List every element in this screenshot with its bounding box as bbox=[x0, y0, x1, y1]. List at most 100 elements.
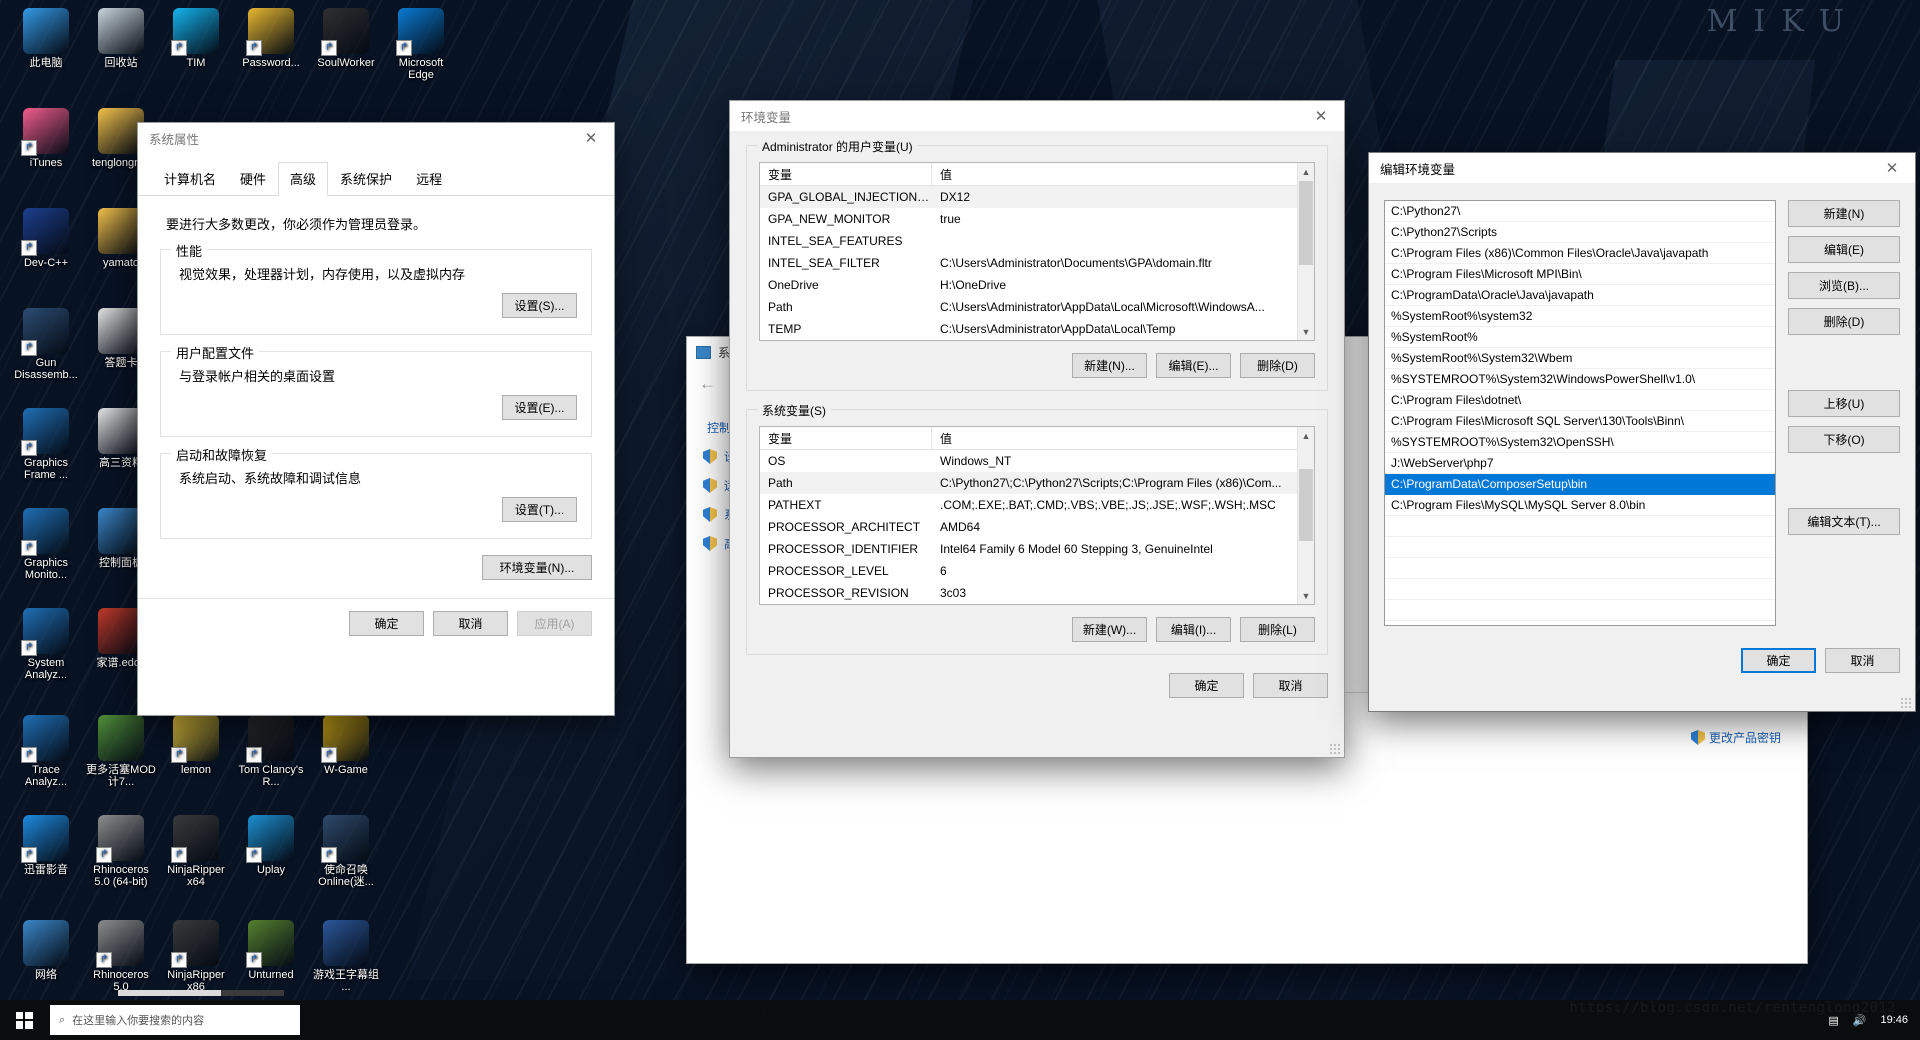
scroll-up-icon[interactable]: ▲ bbox=[1298, 427, 1314, 444]
system-variables-table[interactable]: 变量 值 OS Windows_NT Path C:\Python27\;C:\Pyt… bbox=[759, 426, 1315, 605]
desktop-icon-4[interactable]: SoulWorker bbox=[310, 8, 382, 69]
user-variable-button-2[interactable]: 删除(D) bbox=[1240, 353, 1315, 378]
desktop-icon-24[interactable]: Rhinoceros 5.0 (64-bit) bbox=[85, 815, 157, 888]
system-variable-row[interactable]: PROCESSOR_REVISION 3c03 bbox=[760, 582, 1314, 604]
path-entry-19[interactable] bbox=[1385, 600, 1775, 621]
path-entry-11[interactable]: %SYSTEMROOT%\System32\OpenSSH\ bbox=[1385, 432, 1775, 453]
user-variable-row[interactable]: GPA_GLOBAL_INJECTION_... DX12 bbox=[760, 186, 1314, 208]
change-product-key-link[interactable]: 更改产品密钥 bbox=[1690, 729, 1781, 746]
desktop-icon-20[interactable]: lemon bbox=[160, 715, 232, 776]
desktop-icon-29[interactable]: Rhinoceros 5.0 bbox=[85, 920, 157, 993]
taskbar-clock[interactable]: 19:46 bbox=[1880, 1014, 1908, 1027]
tab-远程[interactable]: 远程 bbox=[404, 162, 454, 196]
scroll-up-icon[interactable]: ▲ bbox=[1298, 163, 1314, 180]
system-variable-row[interactable]: PROCESSOR_IDENTIFIER Intel64 Family 6 Mod… bbox=[760, 538, 1314, 560]
path-entry-7[interactable]: %SystemRoot%\System32\Wbem bbox=[1385, 348, 1775, 369]
cancel-button[interactable]: 取消 bbox=[1825, 648, 1900, 673]
desktop-icon-30[interactable]: NinjaRipper x86 bbox=[160, 920, 232, 993]
ok-button[interactable]: 确定 bbox=[349, 611, 424, 636]
scrollbar-thumb[interactable] bbox=[1299, 469, 1313, 541]
path-move-button-1[interactable]: 下移(O) bbox=[1788, 426, 1900, 453]
desktop-icon-28[interactable]: 网络 bbox=[10, 920, 82, 981]
user-variable-button-1[interactable]: 编辑(E)... bbox=[1156, 353, 1231, 378]
path-entry-14[interactable]: C:\Program Files\MySQL\MySQL Server 8.0\… bbox=[1385, 495, 1775, 516]
scrollbar-thumb[interactable] bbox=[1299, 181, 1313, 265]
user-variables-scrollbar[interactable]: ▲ ▼ bbox=[1297, 163, 1314, 340]
path-entry-4[interactable]: C:\ProgramData\Oracle\Java\javapath bbox=[1385, 285, 1775, 306]
desktop-icon-6[interactable]: iTunes bbox=[10, 108, 82, 169]
environment-variables-dialog[interactable]: 环境变量 ✕ Administrator 的用户变量(U) 变量 值 GPA_G… bbox=[729, 100, 1345, 758]
back-arrow-icon[interactable]: ← bbox=[699, 374, 716, 394]
system-variable-row[interactable]: Path C:\Python27\;C:\Python27\Scripts;C:\… bbox=[760, 472, 1314, 494]
environment-variables-button[interactable]: 环境变量(N)... bbox=[482, 555, 592, 580]
system-variable-row[interactable]: OS Windows_NT bbox=[760, 450, 1314, 472]
system-tray[interactable]: ▤ 🔊 19:46 bbox=[1828, 1014, 1920, 1027]
path-entry-2[interactable]: C:\Program Files (x86)\Common Files\Orac… bbox=[1385, 243, 1775, 264]
user-variable-row[interactable]: Path C:\Users\Administrator\AppData\Local… bbox=[760, 296, 1314, 318]
desktop-icon-12[interactable]: Graphics Frame ... bbox=[10, 408, 82, 481]
user-variable-row[interactable]: OneDrive H:\OneDrive bbox=[760, 274, 1314, 296]
system-variable-button-0[interactable]: 新建(W)... bbox=[1072, 617, 1147, 642]
path-entry-15[interactable] bbox=[1385, 516, 1775, 537]
system-variable-button-2[interactable]: 删除(L) bbox=[1240, 617, 1315, 642]
start-button[interactable] bbox=[0, 1000, 48, 1040]
path-entry-3[interactable]: C:\Program Files\Microsoft MPI\Bin\ bbox=[1385, 264, 1775, 285]
path-button-0[interactable]: 新建(N) bbox=[1788, 200, 1900, 227]
system-variable-button-1[interactable]: 编辑(I)... bbox=[1156, 617, 1231, 642]
system-variable-row[interactable]: PATHEXT .COM;.EXE;.BAT;.CMD;.VBS;.VBE;.JS… bbox=[760, 494, 1314, 516]
tab-系统保护[interactable]: 系统保护 bbox=[328, 162, 404, 196]
path-entry-0[interactable]: C:\Python27\ bbox=[1385, 201, 1775, 222]
path-button-1[interactable]: 编辑(E) bbox=[1788, 236, 1900, 263]
taskbar[interactable]: ⌕ 在这里输入你要搜索的内容 ▤ 🔊 19:46 bbox=[0, 1000, 1920, 1040]
desktop-icon-14[interactable]: Graphics Monito... bbox=[10, 508, 82, 581]
path-entry-list[interactable]: C:\Python27\ C:\Python27\Scripts C:\Progra… bbox=[1384, 200, 1776, 626]
desktop-icon-10[interactable]: Gun Disassemb... bbox=[10, 308, 82, 381]
path-entry-8[interactable]: %SYSTEMROOT%\System32\WindowsPowerShell\… bbox=[1385, 369, 1775, 390]
path-edit-text-button-0[interactable]: 编辑文本(T)... bbox=[1788, 508, 1900, 535]
desktop-icon-5[interactable]: Microsoft Edge bbox=[385, 8, 457, 81]
scroll-down-icon[interactable]: ▼ bbox=[1298, 587, 1314, 604]
path-entry-10[interactable]: C:\Program Files\Microsoft SQL Server\13… bbox=[1385, 411, 1775, 432]
desktop-icon-18[interactable]: Trace Analyz... bbox=[10, 715, 82, 788]
desktop-icon-25[interactable]: NinjaRipper x64 bbox=[160, 815, 232, 888]
path-entry-1[interactable]: C:\Python27\Scripts bbox=[1385, 222, 1775, 243]
desktop-icon-23[interactable]: 迅雷影音 bbox=[10, 815, 82, 876]
ok-button[interactable]: 确定 bbox=[1741, 648, 1816, 673]
path-entry-9[interactable]: C:\Program Files\dotnet\ bbox=[1385, 390, 1775, 411]
ok-button[interactable]: 确定 bbox=[1169, 673, 1244, 698]
desktop-icon-26[interactable]: Uplay bbox=[235, 815, 307, 876]
user-variables-table[interactable]: 变量 值 GPA_GLOBAL_INJECTION_... DX12 GPA_NEW… bbox=[759, 162, 1315, 341]
path-entry-16[interactable] bbox=[1385, 537, 1775, 558]
system-properties-tabstrip[interactable]: 计算机名 硬件 高级 系统保护 远程 bbox=[138, 161, 614, 196]
tab-高级[interactable]: 高级 bbox=[278, 162, 329, 196]
path-entry-12[interactable]: J:\WebServer\php7 bbox=[1385, 453, 1775, 474]
desktop-icon-8[interactable]: Dev-C++ bbox=[10, 208, 82, 269]
settings-button-2[interactable]: 设置(T)... bbox=[502, 497, 577, 522]
close-icon[interactable]: ✕ bbox=[568, 123, 614, 153]
desktop-icon-21[interactable]: Tom Clancy's R... bbox=[235, 715, 307, 788]
scroll-down-icon[interactable]: ▼ bbox=[1298, 323, 1314, 340]
desktop-icon-3[interactable]: Password... bbox=[235, 8, 307, 69]
tab-计算机名[interactable]: 计算机名 bbox=[152, 162, 228, 196]
resize-grip[interactable] bbox=[1900, 697, 1912, 709]
tab-硬件[interactable]: 硬件 bbox=[228, 162, 278, 196]
path-entry-5[interactable]: %SystemRoot%\system32 bbox=[1385, 306, 1775, 327]
desktop-icon-22[interactable]: W-Game bbox=[310, 715, 382, 776]
system-properties-dialog[interactable]: 系统属性 ✕ 计算机名 硬件 高级 系统保护 远程 要进行大多数更改，你必须作为管理员登… bbox=[137, 122, 615, 716]
user-variable-row[interactable]: INTEL_SEA_FILTER C:\Users\Administrator\D… bbox=[760, 252, 1314, 274]
desktop-icon-32[interactable]: 游戏王字幕组 ... bbox=[310, 920, 382, 993]
path-button-3[interactable]: 删除(D) bbox=[1788, 308, 1900, 335]
close-icon[interactable]: ✕ bbox=[1298, 101, 1344, 131]
edit-environment-variable-dialog[interactable]: 编辑环境变量 ✕ C:\Python27\ C:\Python27\Scripts… bbox=[1368, 152, 1916, 712]
network-tray-icon[interactable]: ▤ bbox=[1828, 1014, 1838, 1027]
user-variable-row[interactable]: GPA_NEW_MONITOR true bbox=[760, 208, 1314, 230]
path-entry-18[interactable] bbox=[1385, 579, 1775, 600]
taskbar-search-input[interactable]: ⌕ 在这里输入你要搜索的内容 bbox=[50, 1005, 300, 1035]
system-variable-row[interactable]: PROCESSOR_LEVEL 6 bbox=[760, 560, 1314, 582]
desktop-icon-19[interactable]: 更多活塞MOD计7... bbox=[85, 715, 157, 788]
desktop-icon-27[interactable]: 使命召唤 Online(迷... bbox=[310, 815, 382, 888]
cancel-button[interactable]: 取消 bbox=[1253, 673, 1328, 698]
path-button-2[interactable]: 浏览(B)... bbox=[1788, 272, 1900, 299]
cancel-button[interactable]: 取消 bbox=[433, 611, 508, 636]
path-entry-13[interactable]: C:\ProgramData\ComposerSetup\bin bbox=[1385, 474, 1775, 495]
